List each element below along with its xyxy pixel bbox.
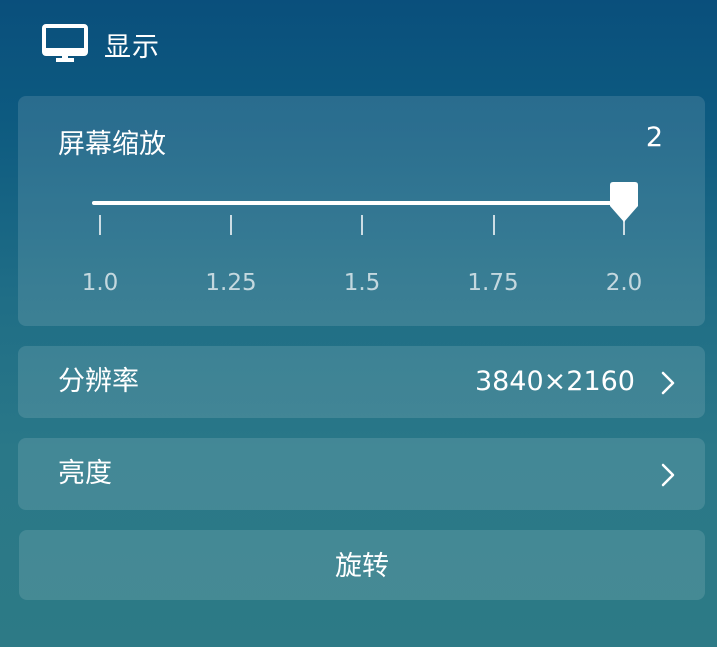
screen-scale-card: 屏幕缩放 2 1.0 1.25 1.5 1.75 2.0 <box>18 96 705 326</box>
monitor-icon <box>42 24 88 62</box>
screen-scale-label: 屏幕缩放 <box>58 129 166 160</box>
scale-tick <box>493 215 495 235</box>
scale-slider-thumb[interactable] <box>610 182 638 224</box>
scale-tick-label: 1.0 <box>81 270 119 296</box>
page-title: 显示 <box>104 31 160 63</box>
scale-tick-label: 1.25 <box>205 270 257 296</box>
scale-tick <box>361 215 363 235</box>
resolution-label: 分辨率 <box>58 366 139 397</box>
screen-scale-value: 2 <box>645 122 663 153</box>
scale-tick <box>230 215 232 235</box>
scale-slider-track[interactable] <box>92 201 628 205</box>
rotate-button-label: 旋转 <box>335 551 389 582</box>
rotate-button[interactable]: 旋转 <box>19 530 705 600</box>
display-header: 显示 <box>42 22 160 66</box>
scale-tick <box>99 215 101 235</box>
brightness-label: 亮度 <box>58 458 112 489</box>
brightness-row[interactable]: 亮度 <box>18 438 705 510</box>
resolution-row[interactable]: 分辨率 3840×2160 <box>18 346 705 418</box>
chevron-right-icon <box>661 371 675 395</box>
chevron-right-icon <box>661 463 675 487</box>
scale-tick-label: 1.75 <box>467 270 519 296</box>
scale-tick-label: 1.5 <box>343 270 381 296</box>
scale-tick-label: 2.0 <box>605 270 643 296</box>
resolution-value: 3840×2160 <box>474 366 635 397</box>
